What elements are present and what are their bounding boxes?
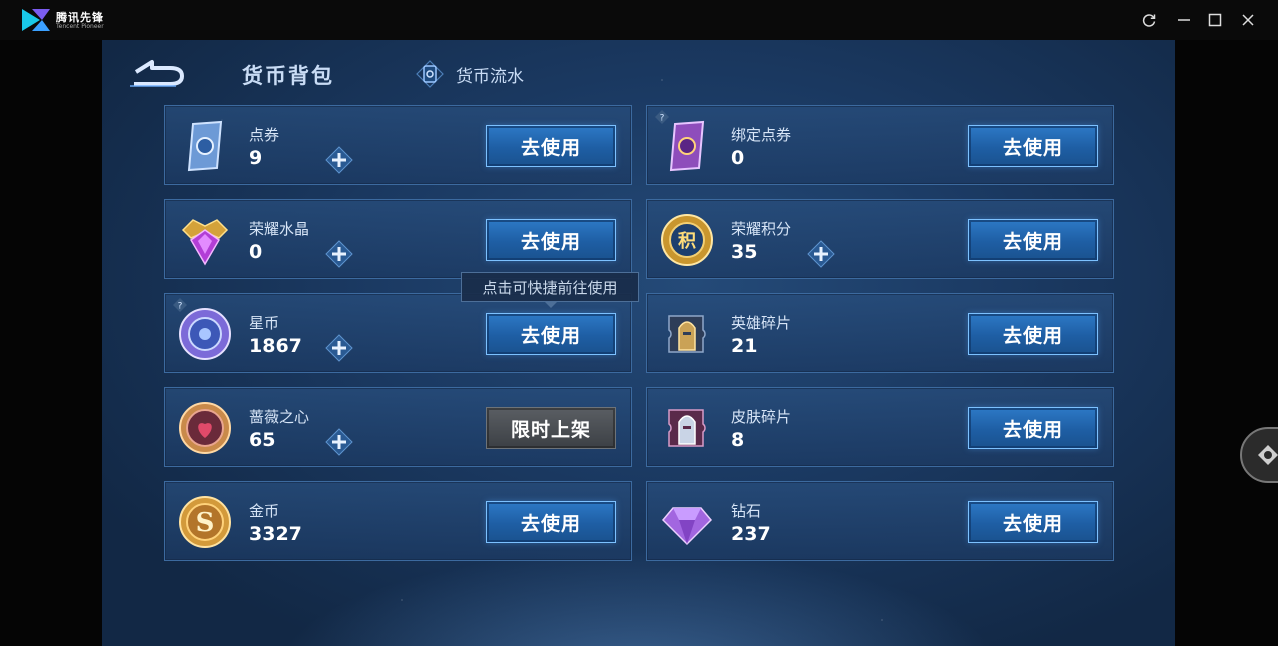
- currency-amount: 21: [731, 335, 758, 357]
- currency-name: 蔷薇之心: [249, 408, 310, 426]
- glory-crystal-icon: [181, 219, 229, 266]
- emulator-titlebar: 腾讯先锋 Tencent Pioneer: [0, 0, 1278, 40]
- gold-coin-icon: S: [179, 496, 231, 548]
- minimize-icon: [1178, 19, 1190, 21]
- flow-record-icon: [416, 60, 444, 88]
- currency-amount: 9: [249, 147, 263, 169]
- currency-amount: 8: [731, 429, 745, 451]
- currency-name: 皮肤碎片: [731, 408, 792, 426]
- add-coupon-button[interactable]: [325, 146, 353, 174]
- bound-coupon-icon: [669, 120, 705, 172]
- currency-amount: 1867: [249, 335, 302, 357]
- currency-amount: 237: [731, 523, 771, 545]
- use-skin-fragment-button[interactable]: 去使用: [968, 407, 1098, 449]
- currency-card-hero-fragment: 英雄碎片 21 去使用: [646, 293, 1114, 373]
- minimize-button[interactable]: [1172, 8, 1196, 32]
- letterbox-left: [0, 40, 102, 646]
- close-icon: [1242, 14, 1254, 26]
- currency-card-diamond: 钻石 237 去使用: [646, 481, 1114, 561]
- limited-listing-button[interactable]: 限时上架: [486, 407, 616, 449]
- maximize-button[interactable]: [1203, 8, 1227, 32]
- back-button[interactable]: [126, 58, 186, 90]
- refresh-icon: [1142, 14, 1156, 27]
- currency-flow-link[interactable]: 货币流水: [416, 60, 524, 88]
- close-button[interactable]: [1236, 8, 1260, 32]
- currency-amount: 0: [249, 241, 263, 263]
- currency-card-coupon: 点券 9 去使用: [164, 105, 632, 185]
- use-star-coin-button[interactable]: 去使用: [486, 313, 616, 355]
- currency-name: 荣耀水晶: [249, 220, 310, 238]
- assist-handle-icon: [1258, 445, 1278, 465]
- quick-use-tooltip: 点击可快捷前往使用: [461, 272, 639, 302]
- currency-card-rose-heart: 蔷薇之心 65 限时上架: [164, 387, 632, 467]
- currency-name: 英雄碎片: [731, 314, 792, 332]
- svg-text:积: 积: [678, 231, 696, 252]
- refresh-button[interactable]: [1137, 8, 1161, 32]
- currency-card-skin-fragment: 皮肤碎片 8 去使用: [646, 387, 1114, 467]
- add-glory-crystal-button[interactable]: [325, 240, 353, 268]
- tooltip-arrow: [544, 301, 558, 308]
- use-coupon-button[interactable]: 去使用: [486, 125, 616, 167]
- app-subtitle: Tencent Pioneer: [56, 23, 104, 30]
- currency-amount: 35: [731, 241, 758, 263]
- app-logo-icon: [22, 9, 50, 31]
- currency-card-glory-points: 积 荣耀积分 35 去使用: [646, 199, 1114, 279]
- currency-name: 星币: [249, 314, 280, 332]
- use-glory-crystal-button[interactable]: 去使用: [486, 219, 616, 261]
- add-glory-points-button[interactable]: [807, 240, 835, 268]
- currency-card-star-coin: ? 星币 1867 去使用: [164, 293, 632, 373]
- currency-amount: 0: [731, 147, 745, 169]
- page-title: 货币背包: [242, 64, 334, 88]
- currency-name: 荣耀积分: [731, 220, 792, 238]
- currency-bag-screen: 货币背包 货币流水 点券 9 去使用 ? 绑定点券 0 去使用 荣耀水晶 0 去…: [102, 40, 1175, 646]
- currency-name: 金币: [249, 502, 280, 520]
- currency-amount: 65: [249, 429, 276, 451]
- currency-name: 钻石: [731, 502, 762, 520]
- rose-heart-icon: [179, 402, 231, 454]
- use-glory-points-button[interactable]: 去使用: [968, 219, 1098, 261]
- svg-text:S: S: [196, 508, 215, 538]
- currency-card-bound-coupon: ? 绑定点券 0 去使用: [646, 105, 1114, 185]
- use-bound-coupon-button[interactable]: 去使用: [968, 125, 1098, 167]
- skin-fragment-icon: [668, 409, 706, 447]
- add-star-coin-button[interactable]: [325, 334, 353, 362]
- use-gold-coin-button[interactable]: 去使用: [486, 501, 616, 543]
- add-rose-heart-button[interactable]: [325, 428, 353, 456]
- use-diamond-button[interactable]: 去使用: [968, 501, 1098, 543]
- glory-points-icon: 积: [661, 214, 713, 266]
- currency-amount: 3327: [249, 523, 302, 545]
- hero-fragment-icon: [668, 315, 706, 353]
- currency-name: 点券: [249, 126, 280, 144]
- maximize-icon: [1208, 13, 1222, 27]
- star-coin-icon: [179, 308, 231, 360]
- use-hero-fragment-button[interactable]: 去使用: [968, 313, 1098, 355]
- currency-card-gold-coin: S 金币 3327 去使用: [164, 481, 632, 561]
- diamond-icon: [661, 507, 713, 546]
- coupon-icon: [187, 120, 223, 172]
- currency-name: 绑定点券: [731, 126, 792, 144]
- flow-link-label: 货币流水: [456, 66, 524, 87]
- letterbox-right: [1175, 40, 1278, 646]
- currency-card-glory-crystal: 荣耀水晶 0 去使用: [164, 199, 632, 279]
